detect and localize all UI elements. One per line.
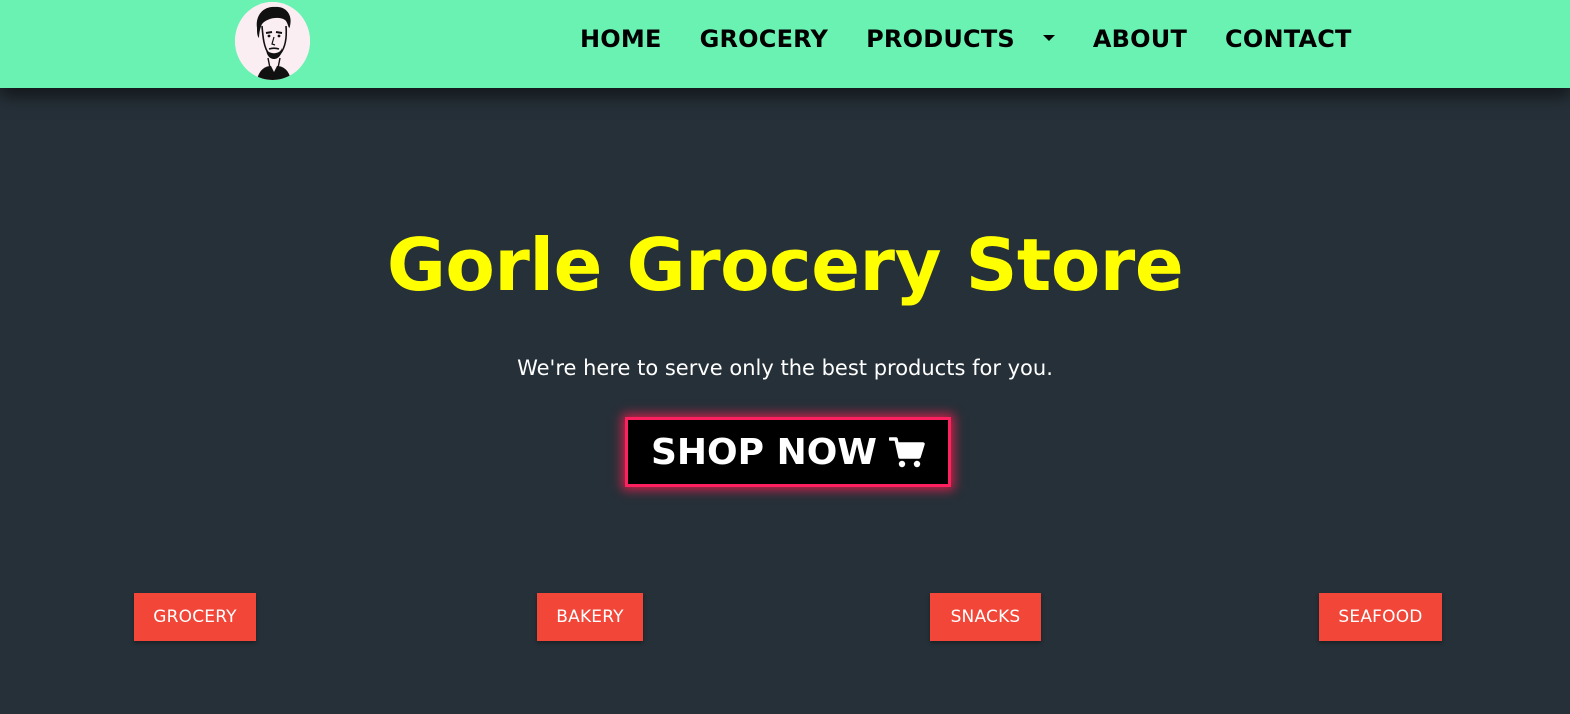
shop-now-button[interactable]: SHOP NOW: [625, 417, 951, 487]
main-nav: HOME GROCERY PRODUCTS ABOUT CONTACT: [580, 0, 1352, 78]
nav-grocery-link[interactable]: GROCERY: [700, 25, 829, 53]
category-seafood-button[interactable]: SEAFOOD: [1319, 593, 1442, 641]
shopping-cart-icon: [889, 435, 925, 469]
nav-contact-link[interactable]: CONTACT: [1225, 25, 1352, 53]
hero-subtitle: We're here to serve only the best produc…: [517, 356, 1053, 380]
shop-now-label: SHOP NOW: [650, 431, 878, 473]
nav-products-dropdown[interactable]: PRODUCTS: [866, 25, 1055, 53]
category-grocery-button[interactable]: GROCERY: [134, 593, 256, 641]
nav-products-label: PRODUCTS: [866, 25, 1015, 53]
category-snacks-button[interactable]: SNACKS: [930, 593, 1041, 641]
navbar: HOME GROCERY PRODUCTS ABOUT CONTACT: [0, 0, 1570, 88]
category-bakery-button[interactable]: BAKERY: [537, 593, 643, 641]
hero-title: Gorle Grocery Store: [386, 223, 1184, 307]
caret-down-icon: [1042, 35, 1055, 41]
nav-home-link[interactable]: HOME: [580, 25, 662, 53]
nav-about-link[interactable]: ABOUT: [1093, 25, 1187, 53]
portrait-logo-icon[interactable]: [235, 2, 310, 80]
